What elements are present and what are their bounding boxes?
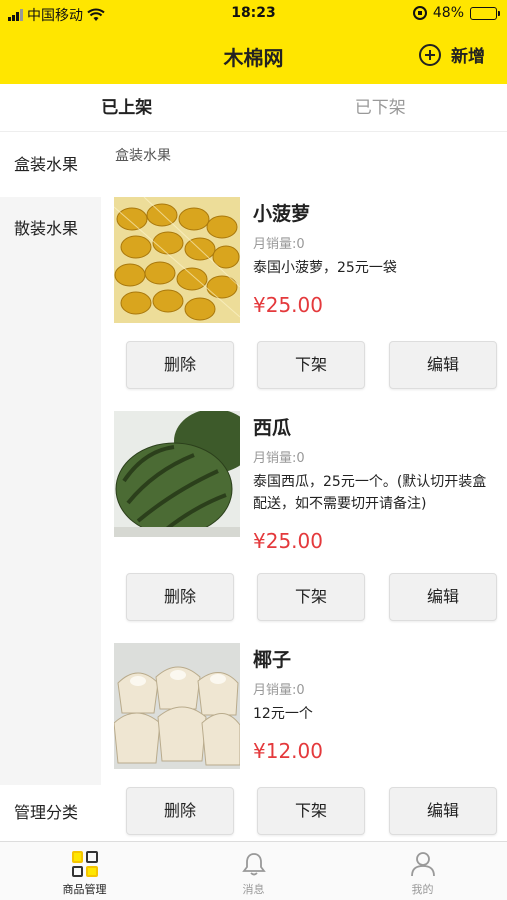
product-price: ¥12.00 (253, 739, 323, 763)
product-price: ¥25.00 (253, 293, 323, 317)
battery-icon (470, 6, 500, 20)
add-label: 新增 (451, 47, 485, 67)
delete-button[interactable]: 删除 (126, 341, 234, 389)
unlist-button[interactable]: 下架 (257, 573, 365, 621)
product-sales: 月销量:0 (253, 683, 305, 698)
add-product-button[interactable]: 新增 (419, 42, 485, 67)
product-name: 小菠萝 (253, 203, 311, 225)
product-card: 小菠萝 月销量:0 泰国小菠萝，25元一袋 ¥25.00 删除 下架 编辑 (101, 197, 507, 397)
product-image-coconut[interactable] (114, 643, 240, 769)
bell-icon (241, 853, 266, 876)
product-description: 12元一个 (253, 706, 313, 722)
tab-messages[interactable]: 消息 (169, 842, 338, 900)
product-price: ¥25.00 (253, 529, 323, 553)
product-list: 盒装水果 小菠萝 月销量:0 泰国小菠萝，25元一袋 ¥25.00 删除 下架 … (101, 133, 507, 841)
tab-label: 我的 (411, 883, 434, 896)
bottom-tab-bar: 商品管理 消息 我的 (0, 841, 507, 900)
rotation-lock-icon (412, 6, 427, 20)
manage-categories-button[interactable]: 管理分类 (0, 785, 101, 841)
listing-tabs: 已上架 已下架 (0, 84, 507, 132)
battery-percent: 48% (432, 5, 464, 21)
delete-button[interactable]: 删除 (126, 573, 234, 621)
product-sales: 月销量:0 (253, 237, 305, 252)
product-name: 西瓜 (253, 417, 292, 439)
sidebar-item-loose-fruit[interactable]: 散装水果 (0, 197, 101, 261)
product-description: 泰国小菠萝，25元一袋 (253, 260, 397, 276)
grid-icon (71, 851, 98, 877)
edit-button[interactable]: 编辑 (389, 341, 497, 389)
delete-button[interactable]: 删除 (126, 787, 234, 835)
edit-button[interactable]: 编辑 (389, 573, 497, 621)
product-description: 泰国西瓜，25元一个。(默认切开装盒配送，如不需要切开请备注) (253, 474, 487, 512)
product-card: 椰子 月销量:0 12元一个 ¥12.00 删除 下架 编辑 (101, 643, 507, 841)
tab-listed[interactable]: 已上架 (0, 84, 254, 131)
category-sidebar: 盒装水果 散装水果 管理分类 (0, 133, 101, 841)
product-image-pineapple[interactable] (114, 197, 240, 323)
section-title: 盒装水果 (115, 148, 171, 164)
nav-bar: 木棉网 新增 (0, 28, 507, 84)
status-bar: 中国移动 18:23 48% (0, 0, 507, 28)
unlist-button[interactable]: 下架 (257, 787, 365, 835)
user-icon (410, 852, 435, 877)
sidebar-item-boxed-fruit[interactable]: 盒装水果 (0, 133, 101, 197)
tab-label: 消息 (242, 883, 265, 896)
edit-button[interactable]: 编辑 (389, 787, 497, 835)
plus-circle-icon (419, 43, 441, 66)
product-card: 西瓜 月销量:0 泰国西瓜，25元一个。(默认切开装盒配送，如不需要切开请备注)… (101, 411, 507, 625)
unlist-button[interactable]: 下架 (257, 341, 365, 389)
product-image-watermelon[interactable] (114, 411, 240, 537)
product-name: 椰子 (253, 649, 292, 671)
product-sales: 月销量:0 (253, 451, 305, 466)
tab-profile[interactable]: 我的 (338, 842, 507, 900)
tab-product-management[interactable]: 商品管理 (0, 842, 169, 900)
status-right: 48% (412, 5, 500, 21)
tab-label: 商品管理 (62, 883, 107, 896)
tab-unlisted[interactable]: 已下架 (254, 84, 507, 131)
